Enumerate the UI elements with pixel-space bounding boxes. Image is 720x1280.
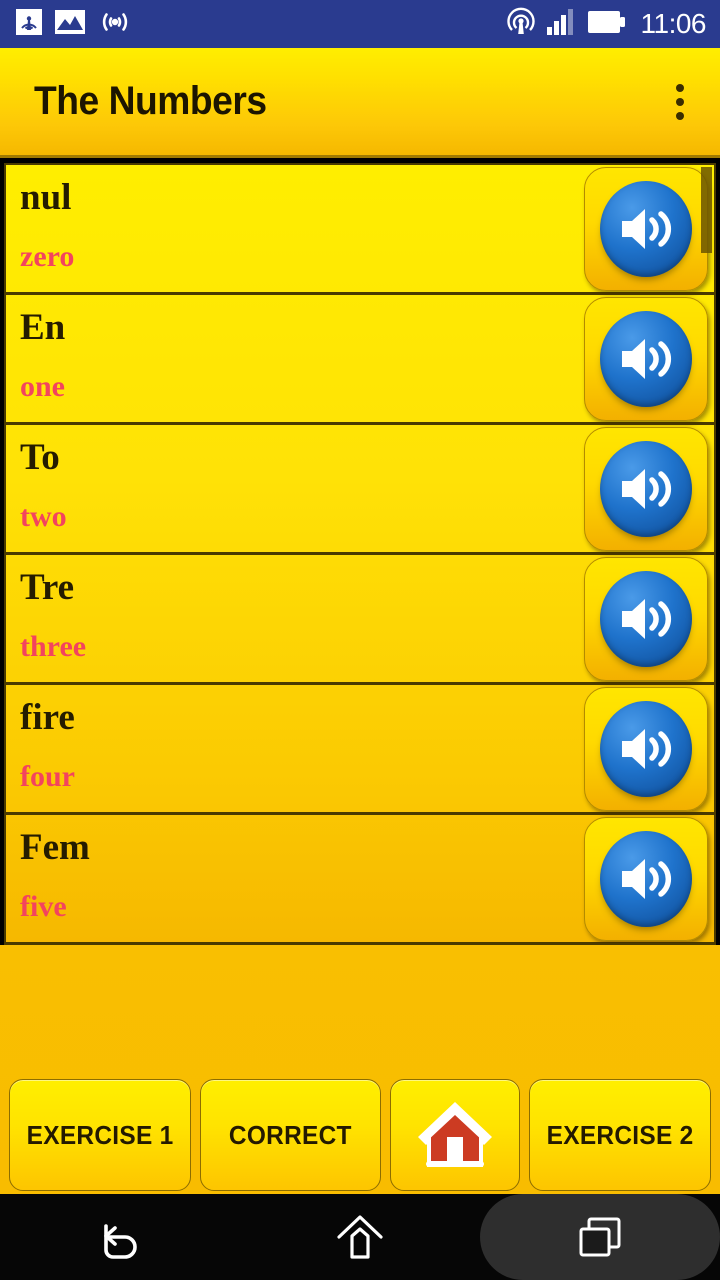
list-item[interactable]: fire four [6,685,714,815]
numbers-list[interactable]: nul zero En one To two Tre three fire fo… [4,163,716,945]
status-bar-right-icons: 11:06 [506,7,707,42]
exercise-2-label: EXERCISE 2 [546,1119,694,1150]
speaker-button[interactable] [584,166,708,291]
nav-back-button[interactable] [0,1194,240,1280]
speaker-icon [600,700,692,797]
list-scrollbar-thumb[interactable] [701,167,712,253]
status-bar-clock: 11:06 [640,8,707,39]
action-button-bar: EXERCISE 1 CORRECT EXERCISE 2 [0,1076,720,1194]
overflow-dot [676,97,684,106]
home-outline-icon [333,1210,387,1264]
cellular-signal-icon [546,8,577,40]
speaker-button[interactable] [584,296,708,421]
list-item[interactable]: To two [6,425,714,555]
speaker-icon [600,180,692,277]
list-item[interactable]: En one [6,295,714,425]
speaker-button[interactable] [584,816,708,941]
image-photo-icon [55,9,85,39]
nav-home-button[interactable] [240,1194,480,1280]
recents-icon [574,1211,626,1263]
list-item[interactable]: Fem five [6,815,714,943]
list-item[interactable]: nul zero [6,165,714,295]
exercise-2-button[interactable]: EXERCISE 2 [529,1079,712,1191]
home-icon [414,1097,496,1173]
home-button[interactable] [390,1079,521,1191]
broadcast-antenna-icon [16,8,42,40]
correct-button[interactable]: CORRECT [199,1079,382,1191]
speaker-icon [600,310,692,407]
back-arrow-icon [93,1210,147,1264]
exercise-1-button[interactable]: EXERCISE 1 [9,1079,191,1191]
phone-screen: 11:06 The Numbers nul zero En one To two… [0,0,720,1280]
page-title: The Numbers [34,79,267,123]
overflow-dot [676,83,684,92]
speaker-button[interactable] [584,426,708,551]
hotspot-icon [506,7,536,42]
battery-icon [587,10,626,38]
status-bar: 11:06 [0,0,720,48]
nav-recents-button[interactable] [480,1194,720,1280]
system-navigation-bar [0,1194,720,1280]
list-item[interactable]: Tre three [6,555,714,685]
correct-label: CORRECT [229,1119,352,1150]
wifi-signal-icon [98,9,132,40]
exercise-1-label: EXERCISE 1 [26,1119,174,1150]
speaker-icon [600,570,692,667]
speaker-icon [600,440,692,537]
speaker-button[interactable] [584,556,708,681]
overflow-dot [676,111,684,120]
speaker-button[interactable] [584,686,708,811]
speaker-icon [600,830,692,927]
overflow-menu-button[interactable] [662,74,698,130]
status-bar-left-icons [16,8,132,40]
app-title-bar: The Numbers [0,48,720,158]
